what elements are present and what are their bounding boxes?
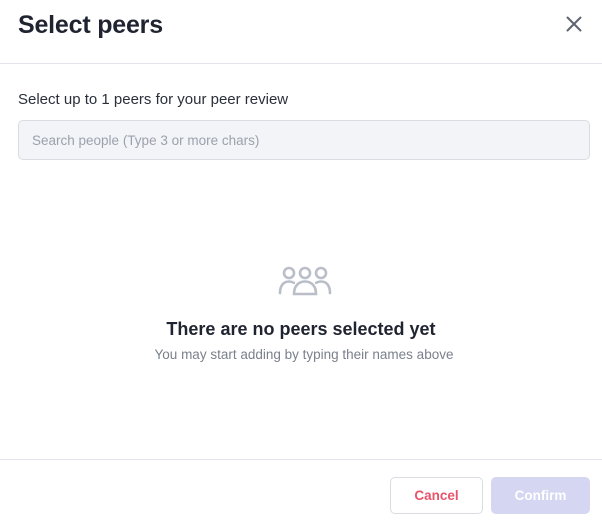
close-button[interactable]: [562, 12, 586, 36]
close-icon: [566, 16, 582, 32]
dialog-footer: Cancel Confirm: [0, 459, 602, 521]
empty-state-subtitle: You may start adding by typing their nam…: [154, 347, 454, 362]
search-people-input[interactable]: [18, 120, 590, 160]
cancel-button[interactable]: Cancel: [390, 477, 483, 514]
dialog-header: Select peers: [0, 0, 602, 64]
confirm-button[interactable]: Confirm: [491, 477, 590, 514]
empty-state-title: There are no peers selected yet: [166, 319, 436, 339]
peer-limit-label: Select up to 1 peers for your peer revie…: [18, 91, 289, 108]
dialog-title: Select peers: [18, 11, 163, 39]
people-group-icon: [278, 266, 332, 296]
select-peers-dialog: Select peers Select up to 1 peers for yo…: [0, 0, 602, 521]
